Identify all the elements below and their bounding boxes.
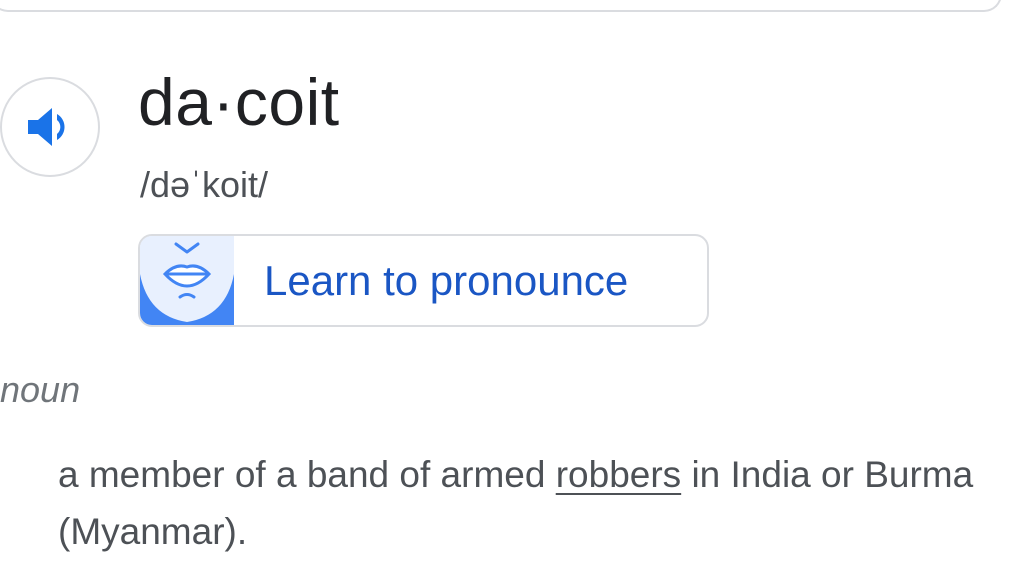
learn-to-pronounce-label: Learn to pronounce [264, 256, 629, 304]
play-pronunciation-button[interactable] [0, 77, 100, 177]
definition-text-start: a member of a band of armed [58, 454, 556, 495]
definition-link-robbers[interactable]: robbers [556, 454, 681, 495]
learn-to-pronounce-button[interactable]: Learn to pronounce [138, 234, 709, 327]
part-of-speech: noun [0, 369, 81, 410]
speaker-icon [28, 108, 65, 146]
phonetic-spelling: /dəˈkoit/ [140, 164, 269, 205]
mouth-illustration-icon [140, 236, 234, 325]
headword: da·coit [138, 65, 340, 139]
definition: a member of a band of armed robbers in I… [58, 446, 998, 560]
search-result-card-edge [0, 0, 1002, 12]
